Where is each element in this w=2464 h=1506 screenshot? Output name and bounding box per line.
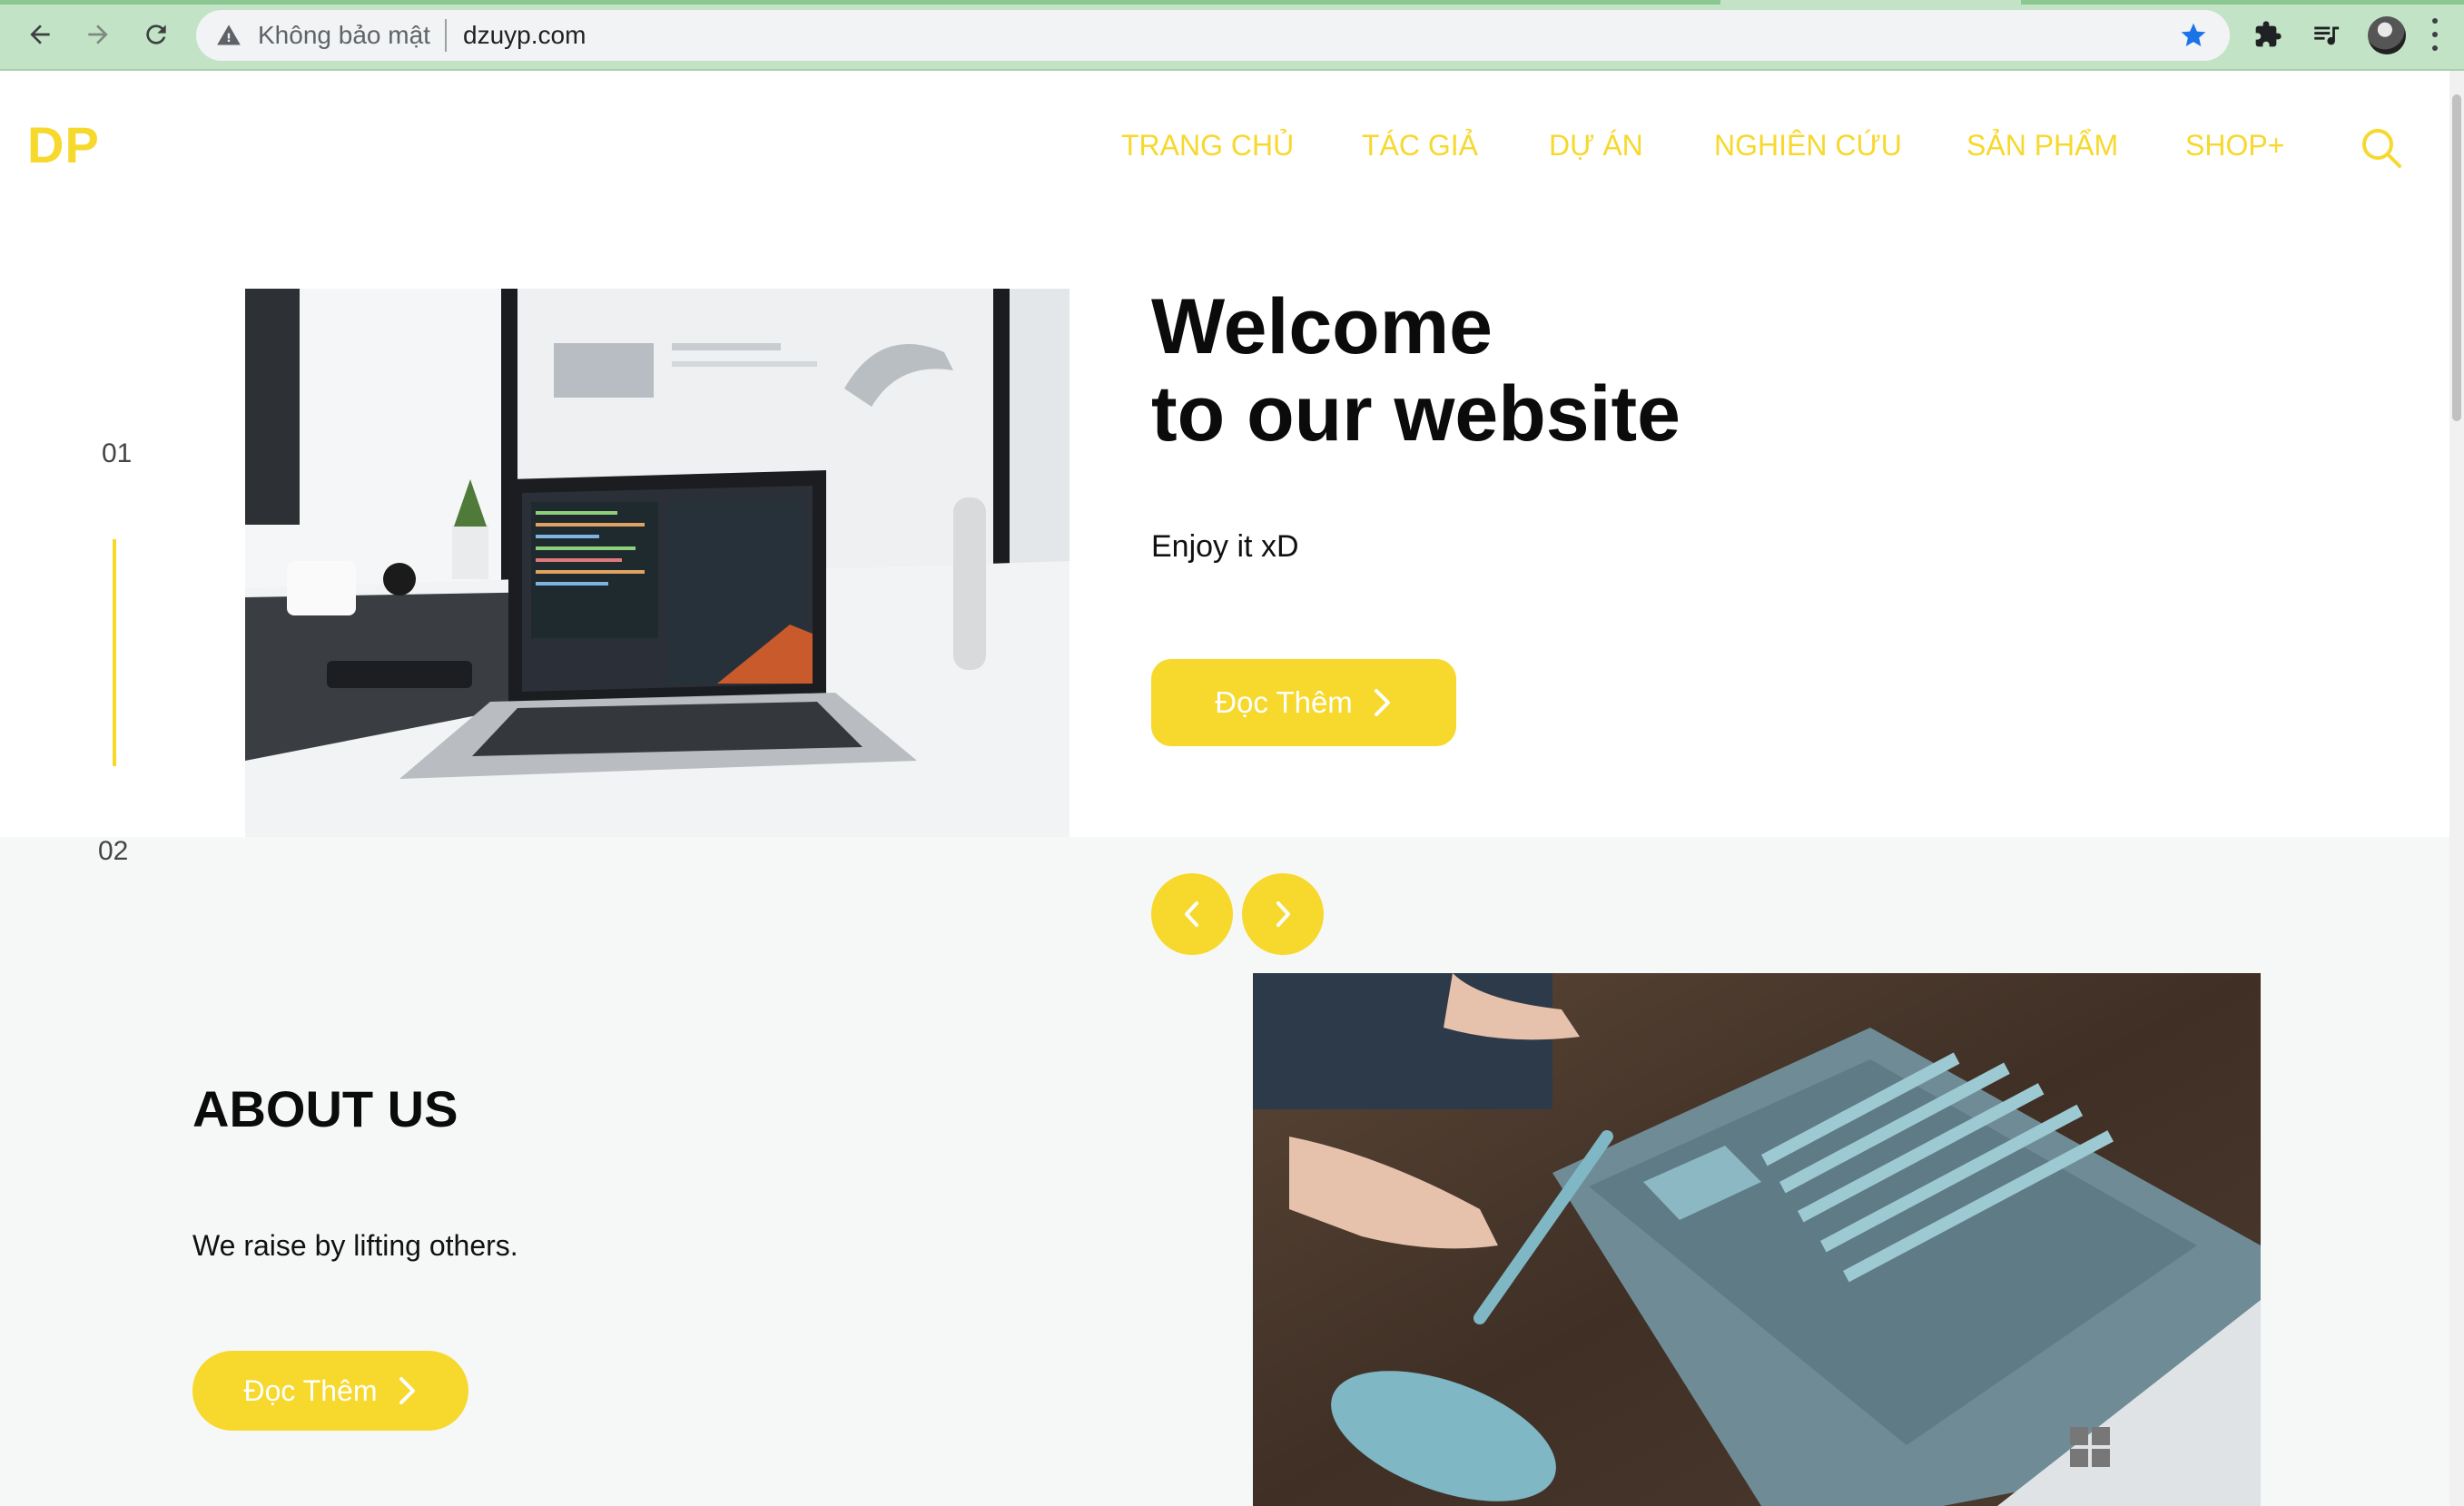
media-icon (2314, 26, 2340, 45)
bookmark-star-icon[interactable] (2179, 21, 2208, 50)
slider-prev-button[interactable] (1151, 873, 1233, 955)
slider-next-button[interactable] (1242, 873, 1324, 955)
hero-laptop-image (245, 289, 1069, 837)
about-title: ABOUT US (192, 1080, 458, 1137)
page-load-indicator (0, 0, 1720, 5)
nav-tac-gia[interactable]: TÁC GIẢ (1362, 127, 1478, 163)
page-scrollbar[interactable] (2449, 71, 2464, 1506)
about-read-more-label: Đọc Thêm (243, 1373, 378, 1407)
address-bar[interactable]: Không bảo mật dzuyp.com (196, 10, 2230, 61)
hero-subtitle: Enjoy it xD (1151, 529, 1299, 564)
about-text: We raise by lifting others. (192, 1229, 518, 1262)
chevron-right-icon (1374, 689, 1390, 716)
warning-icon (217, 25, 241, 45)
chevron-left-icon (1185, 901, 1198, 927)
chevron-right-icon (1276, 901, 1290, 927)
browser-toolbar: Không bảo mật dzuyp.com (0, 0, 2464, 71)
scrollbar-thumb[interactable] (2452, 94, 2461, 421)
media-control-button[interactable] (2308, 16, 2344, 53)
url-text[interactable]: dzuyp.com (463, 21, 586, 50)
nav-shop[interactable]: SHOP+ (2185, 127, 2284, 163)
forward-icon (88, 25, 108, 44)
browser-menu-button[interactable] (2430, 18, 2440, 51)
back-button[interactable] (22, 16, 58, 53)
nav-nghien-cuu[interactable]: NGHIÊN CỨU (1714, 127, 1902, 163)
slide-number-current[interactable]: 01 (102, 438, 132, 470)
reload-icon (146, 25, 166, 44)
slide-number-next[interactable]: 02 (98, 835, 128, 868)
address-divider (445, 19, 447, 52)
hero-read-more-label: Đọc Thêm (1215, 685, 1353, 719)
back-icon (30, 25, 50, 44)
search-icon[interactable] (2359, 125, 2404, 171)
hero-read-more-button[interactable]: Đọc Thêm (1151, 659, 1456, 746)
page-load-indicator-tail (2021, 0, 2464, 5)
nav-trang-chu[interactable]: TRANG CHỦ (1121, 127, 1294, 163)
extensions-icon (2255, 21, 2282, 47)
about-tablet-image (1253, 973, 2261, 1506)
chevron-right-icon (399, 1377, 415, 1404)
security-label[interactable]: Không bảo mật (258, 21, 430, 50)
site-logo[interactable]: DP (27, 116, 100, 174)
hero-title-line2: to our website (1151, 370, 1680, 458)
hero-title: Welcome to our website (1151, 283, 1680, 458)
slide-progress-line (113, 539, 116, 766)
reload-button[interactable] (138, 16, 174, 53)
hero-title-line1: Welcome (1151, 283, 1493, 370)
nav-du-an[interactable]: DỰ ÁN (1549, 127, 1643, 163)
about-read-more-button[interactable]: Đọc Thêm (192, 1351, 468, 1431)
nav-san-pham[interactable]: SẢN PHẨM (1966, 127, 2118, 163)
profile-avatar[interactable] (2368, 16, 2406, 54)
extensions-button[interactable] (2250, 16, 2286, 53)
forward-button[interactable] (80, 16, 116, 53)
